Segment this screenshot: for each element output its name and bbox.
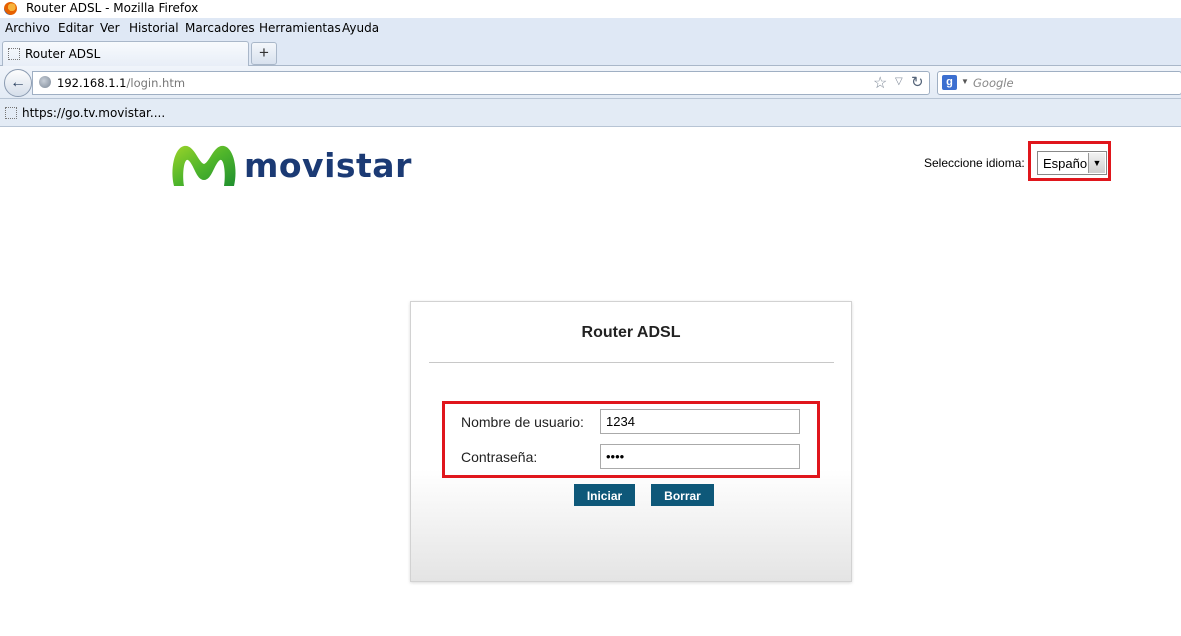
reset-button[interactable]: Borrar — [651, 484, 714, 506]
search-engine-dropdown-icon[interactable]: ▼ — [961, 77, 969, 86]
page-icon — [8, 48, 20, 60]
url-host: 192.168.1.1 — [57, 76, 127, 90]
username-input[interactable] — [600, 409, 800, 434]
menu-archivo[interactable]: Archivo — [5, 21, 50, 35]
page-content: movistar Seleccione idioma: Español ▼ Ro… — [0, 127, 1181, 636]
login-button[interactable]: Iniciar — [574, 484, 635, 506]
bookmarks-bar: https://go.tv.movistar.... — [0, 99, 1181, 127]
menu-ver[interactable]: Ver — [100, 21, 120, 35]
language-label: Seleccione idioma: — [924, 156, 1025, 170]
menu-bar: Archivo Editar Ver Historial Marcadores … — [0, 18, 1181, 38]
search-placeholder: Google — [973, 76, 1014, 90]
google-icon[interactable]: g — [942, 75, 957, 90]
back-button[interactable]: ← — [4, 69, 32, 97]
language-select[interactable]: Español ▼ — [1037, 151, 1107, 175]
movistar-logo: movistar — [168, 140, 411, 190]
window-title: Router ADSL - Mozilla Firefox — [26, 1, 199, 15]
firefox-icon — [4, 2, 17, 15]
reload-icon[interactable]: ↻ — [911, 73, 924, 91]
bookmark-page-icon — [5, 107, 17, 119]
globe-icon — [39, 76, 51, 88]
language-value: Español — [1043, 156, 1090, 171]
username-label: Nombre de usuario: — [461, 414, 584, 430]
history-dropdown-icon[interactable]: ▽ — [895, 76, 903, 87]
bookmark-item[interactable]: https://go.tv.movistar.... — [22, 106, 165, 120]
chevron-down-icon[interactable]: ▼ — [1088, 153, 1105, 173]
url-path: /login.htm — [126, 76, 186, 90]
password-label: Contraseña: — [461, 449, 538, 465]
tab-router-adsl[interactable]: Router ADSL — [2, 41, 249, 66]
window-titlebar: Router ADSL - Mozilla Firefox — [0, 0, 1181, 18]
new-tab-button[interactable]: + — [251, 42, 277, 65]
brand-name: movistar — [244, 146, 412, 185]
menu-historial[interactable]: Historial — [129, 21, 179, 35]
search-bar[interactable]: g ▼ Google — [937, 71, 1181, 95]
login-panel: Router ADSL Nombre de usuario: Contraseñ… — [410, 301, 852, 582]
menu-ayuda[interactable]: Ayuda — [342, 21, 379, 35]
divider — [429, 362, 834, 363]
tab-bar: Router ADSL + — [0, 38, 1181, 66]
menu-herramientas[interactable]: Herramientas — [259, 21, 341, 35]
url-bar[interactable]: 192.168.1.1/login.htm ☆ ▽ ↻ — [32, 71, 930, 95]
menu-editar[interactable]: Editar — [58, 21, 94, 35]
bookmark-star-icon[interactable]: ☆ — [873, 73, 887, 93]
movistar-m-icon — [172, 145, 236, 186]
login-title: Router ADSL — [581, 324, 681, 341]
url-text: 192.168.1.1/login.htm — [57, 76, 185, 90]
menu-marcadores[interactable]: Marcadores — [185, 21, 255, 35]
navigation-bar: ← 192.168.1.1/login.htm ☆ ▽ ↻ g ▼ Google — [0, 66, 1181, 99]
back-arrow-icon: ← — [10, 74, 26, 91]
password-input[interactable] — [600, 444, 800, 469]
tab-label: Router ADSL — [25, 47, 101, 61]
